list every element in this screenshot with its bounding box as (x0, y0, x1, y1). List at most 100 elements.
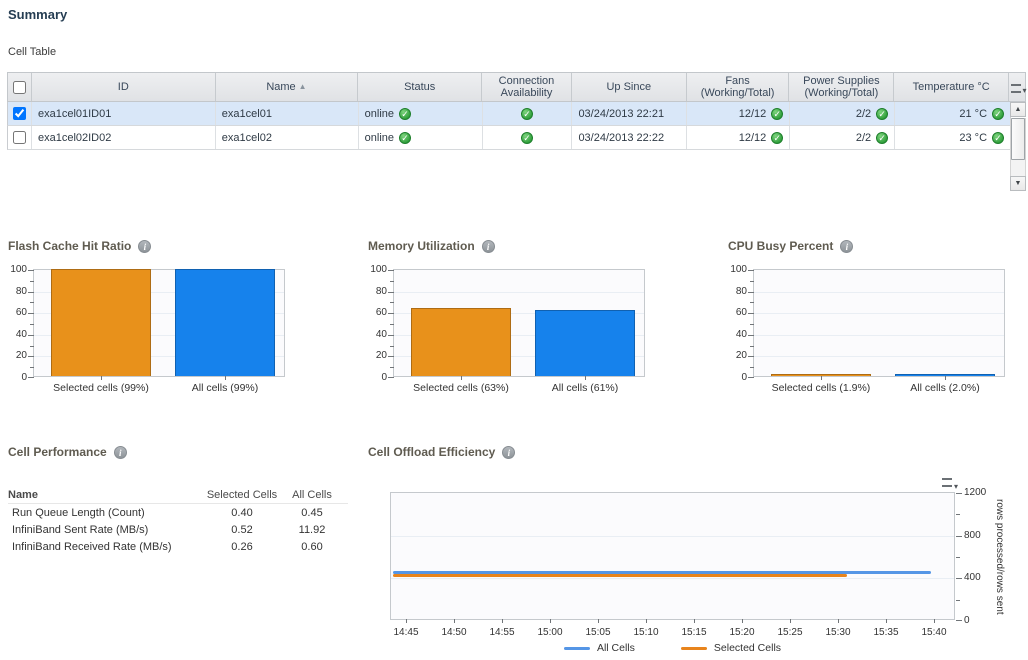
column-header-up-since[interactable]: Up Since (572, 73, 687, 101)
info-icon[interactable] (138, 240, 151, 253)
x-axis-tick (694, 619, 695, 623)
cell-fans: 12/12 (687, 126, 790, 149)
table-row[interactable]: exa1cel02ID02 exa1cel02 online 03/24/201… (7, 126, 1011, 150)
bar-all-cells (535, 310, 635, 376)
perf-col-selected-cells: Selected Cells (204, 489, 280, 501)
y-axis-tick (390, 281, 394, 282)
status-ok-icon (399, 108, 411, 120)
y-axis-tick (748, 292, 754, 293)
row-checkbox[interactable] (13, 107, 26, 120)
scroll-track[interactable] (1010, 118, 1026, 176)
cell-id: exa1cel02ID02 (32, 126, 216, 149)
flash-cache-hit-ratio-chart: Flash Cache Hit Ratio 020406080100Select… (8, 239, 338, 399)
y-axis-tick-label: 40 (714, 329, 747, 340)
status-ok-icon (992, 108, 1004, 120)
perf-row: Run Queue Length (Count) 0.40 0.45 (8, 504, 348, 521)
x-axis-tick (821, 376, 822, 380)
metric-all-cells: 0.45 (280, 507, 344, 519)
y-axis-tick-label: 40 (0, 329, 27, 340)
y-axis-tick (28, 335, 34, 336)
info-icon[interactable] (840, 240, 853, 253)
perf-row: InfiniBand Sent Rate (MB/s) 0.52 11.92 (8, 521, 348, 538)
gridline (754, 356, 1004, 357)
column-label-line2: (Working/Total) (804, 87, 878, 99)
y-axis-tick-label: 20 (0, 350, 27, 361)
y-axis-tick (30, 346, 34, 347)
bar-selected-cells (51, 269, 151, 376)
table-header-gutter (1009, 73, 1025, 101)
x-axis-tick (550, 619, 551, 623)
legend-item: All Cells (564, 642, 635, 654)
column-header-power-supplies[interactable]: Power Supplies (Working/Total) (789, 73, 894, 101)
chart-title: CPU Busy Percent (728, 239, 833, 253)
y-axis-label: rows processed/rows sent (994, 493, 1005, 621)
info-icon[interactable] (482, 240, 495, 253)
y-axis-tick-label: 100 (354, 264, 387, 275)
info-icon[interactable] (114, 446, 127, 459)
table-scrollbar[interactable]: ▲ ▼ (1010, 102, 1026, 190)
chart-title: Cell Offload Efficiency (368, 445, 495, 459)
x-axis-tick-label: 14:55 (480, 627, 524, 638)
cell-power-supplies: 2/2 (790, 126, 895, 149)
chart-menu-icon[interactable] (941, 475, 956, 488)
metric-selected-cells: 0.52 (204, 524, 280, 536)
x-axis-tick (945, 376, 946, 380)
y-axis-tick (390, 324, 394, 325)
cell-fans: 12/12 (687, 102, 790, 125)
y-axis-tick (28, 356, 34, 357)
column-header-status[interactable]: Status (358, 73, 482, 101)
cell-name: exa1cel02 (216, 126, 359, 149)
y-axis-tick (750, 324, 754, 325)
info-icon[interactable] (502, 446, 515, 459)
scroll-thumb[interactable] (1011, 118, 1025, 160)
y-axis-tick (30, 281, 34, 282)
perf-col-name: Name (8, 489, 204, 501)
y-axis-tick (748, 335, 754, 336)
table-menu-icon[interactable] (1010, 81, 1025, 94)
select-all-header-cell (8, 73, 32, 101)
x-axis-category-label: All cells (2.0%) (855, 382, 1028, 394)
cell-table-header: ID Name ▲ Status Connection Availability… (7, 72, 1026, 102)
status-ok-icon (521, 132, 533, 144)
select-all-checkbox[interactable] (13, 81, 26, 94)
y-axis-tick (750, 302, 754, 303)
x-axis-tick-label: 15:40 (912, 627, 956, 638)
bar-selected-cells (411, 308, 511, 376)
legend-swatch (564, 647, 590, 650)
scroll-up-button[interactable]: ▲ (1010, 102, 1026, 117)
column-header-temperature[interactable]: Temperature °C (894, 73, 1009, 101)
section-title: Cell Performance (8, 445, 107, 459)
column-header-connection-availability[interactable]: Connection Availability (482, 73, 572, 101)
x-axis-tick (101, 376, 102, 380)
column-header-fans[interactable]: Fans (Working/Total) (687, 73, 790, 101)
row-checkbox[interactable] (13, 131, 26, 144)
y-axis-tick (30, 324, 34, 325)
y-axis-tick (956, 620, 962, 621)
x-axis-tick (886, 619, 887, 623)
column-header-name[interactable]: Name ▲ (216, 73, 359, 101)
gridline (754, 292, 1004, 293)
status-text: online (365, 132, 394, 144)
perf-row: InfiniBand Received Rate (MB/s) 0.26 0.6… (8, 538, 348, 555)
table-row[interactable]: exa1cel01ID01 exa1cel01 online 03/24/201… (7, 102, 1011, 126)
y-axis-tick (388, 356, 394, 357)
x-axis-tick (934, 619, 935, 623)
column-label-line2: (Working/Total) (701, 87, 775, 99)
bar-all-cells (175, 269, 275, 376)
legend-swatch (681, 647, 707, 650)
y-axis-tick-label: 60 (714, 307, 747, 318)
legend-label: Selected Cells (714, 642, 781, 654)
x-axis-tick-label: 14:45 (384, 627, 428, 638)
gridline (391, 578, 954, 579)
scroll-down-button[interactable]: ▼ (1010, 176, 1026, 191)
column-header-id[interactable]: ID (32, 73, 216, 101)
x-axis-tick (406, 619, 407, 623)
x-axis-tick-label: 15:30 (816, 627, 860, 638)
y-axis-tick (748, 270, 754, 271)
page-title: Summary (8, 7, 67, 22)
x-axis-category-label: All cells (61%) (495, 382, 675, 394)
y-axis-tick (388, 270, 394, 271)
y-axis-tick-label: 800 (964, 530, 996, 541)
cell-status: online (359, 102, 483, 125)
y-axis-tick-label: 0 (964, 615, 996, 626)
